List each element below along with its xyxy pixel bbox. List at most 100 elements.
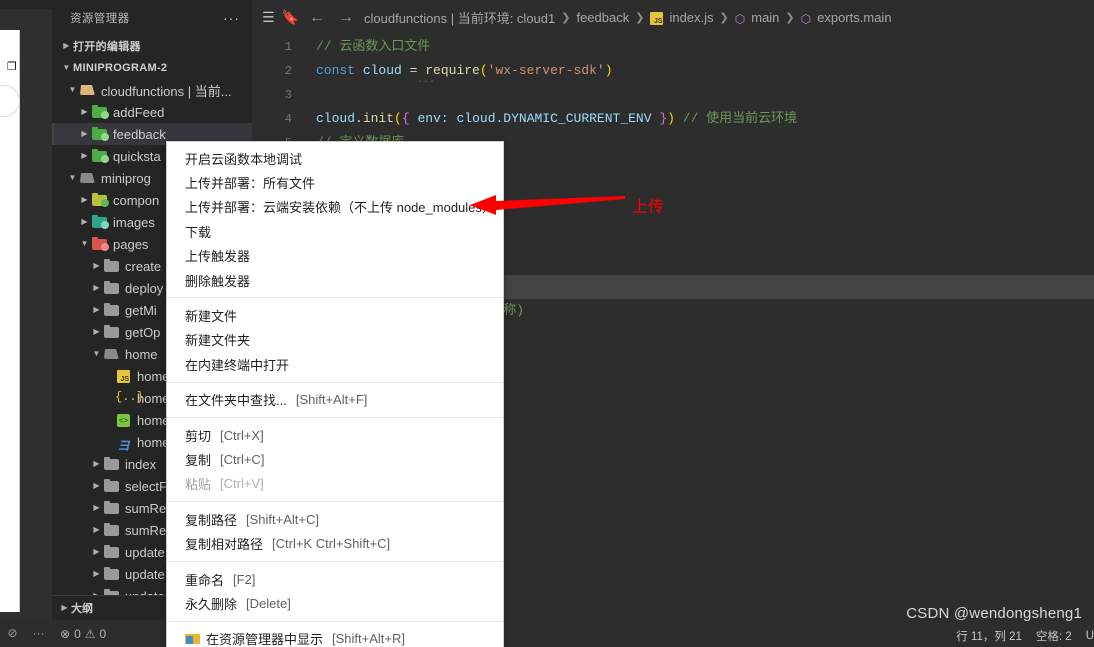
context-menu-item[interactable]: 永久删除 [Delete] [167, 591, 503, 615]
navigate-forward-icon[interactable]: → [335, 9, 357, 27]
menu-item-shortcut: [Shift+Alt+C] [246, 511, 319, 527]
context-menu-item[interactable]: 上传并部署：云端安装依赖（不上传 node_modules） [167, 195, 503, 219]
tree-item-label: getOp [125, 324, 161, 340]
context-menu-item[interactable]: 上传触发器 [167, 244, 503, 268]
list-icon[interactable]: ☰ [262, 9, 275, 26]
chevron-right-icon: ▶ [93, 569, 100, 578]
context-menu-item[interactable]: 复制 [Ctrl+C] [167, 447, 503, 471]
manage-icon[interactable]: ··· [33, 626, 45, 640]
code-token: cloud [362, 63, 402, 78]
breadcrumb-part[interactable]: index.js [669, 10, 713, 25]
folder-grey-icon [103, 324, 120, 339]
context-menu-item[interactable]: 新建文件夹 [167, 328, 503, 352]
tree-item-label: home [125, 346, 158, 362]
tree-item-label: deploy [125, 280, 164, 296]
folder-grey-icon [103, 566, 120, 581]
tree-item[interactable]: ▶ addFeed [52, 101, 252, 123]
folder-grey-icon [103, 280, 120, 295]
account-icon[interactable]: ⊘ [7, 626, 17, 640]
code-token: init [362, 111, 395, 126]
status-spaces[interactable]: 空格: 2 [1036, 628, 1072, 644]
code-line[interactable]: 4 cloud.init({ env: cloud.DYNAMIC_CURRENT… [252, 107, 1094, 131]
code-line[interactable]: 1 // 云函数入口文件 [252, 35, 1094, 59]
breadcrumb: ☰ 🔖 ← → cloudfunctions | 当前环境: cloud1 ❯ fe… [252, 0, 1094, 35]
context-menu-item[interactable]: 下载 [167, 219, 503, 243]
context-menu-item[interactable]: 删除触发器 [167, 268, 503, 292]
code-token: . [355, 111, 363, 126]
code-token: env: [409, 111, 457, 126]
sidebar-item-open-editors[interactable]: ▶ 打开的编辑器 [52, 35, 252, 57]
file-js-icon: JS [115, 369, 132, 383]
breadcrumb-separator-icon: ❯ [561, 12, 571, 24]
menu-item-label: 开启云函数本地调试 [185, 151, 303, 167]
line-number: 4 [284, 112, 292, 126]
code-line[interactable]: 2 const cloud = require('wx-server-sdk') ·… [252, 59, 1094, 88]
status-line-col[interactable]: 行 11，列 21 [956, 628, 1022, 644]
context-menu-item[interactable]: 剪切 [Ctrl+X] [167, 423, 503, 447]
symbol-method-icon: ⬡ [734, 11, 746, 26]
tree-item-label: quicksta [113, 148, 161, 164]
js-file-icon: JS [650, 12, 664, 25]
panel-circle-decoration [0, 85, 20, 117]
context-menu-item[interactable]: 在资源管理器中显示 [Shift+Alt+R] [167, 627, 503, 647]
sidebar-item-project-root[interactable]: ▼ MINIPROGRAM-2 [52, 57, 252, 79]
status-encoding[interactable]: U [1086, 630, 1094, 642]
breadcrumb-part[interactable]: cloudfunctions | 当前环境: cloud1 [364, 8, 555, 27]
code-token: ) [604, 63, 613, 78]
chevron-right-icon: ▶ [93, 305, 100, 314]
outline-label: 大纲 [71, 602, 93, 615]
context-menu-item[interactable]: 复制相对路径 [Ctrl+K Ctrl+Shift+C] [167, 531, 503, 555]
menu-separator [167, 501, 503, 503]
context-menu-item[interactable]: 新建文件 [167, 303, 503, 327]
folder-grey-icon [103, 456, 120, 471]
bookmark-icon[interactable]: 🔖 [282, 9, 299, 26]
code-token: ) [667, 111, 675, 126]
tree-item-label: update [125, 566, 165, 582]
chevron-down-icon: ▼ [80, 239, 89, 248]
context-menu-item[interactable]: 在文件夹中查找... [Shift+Alt+F] [167, 388, 503, 412]
code-token: { [401, 111, 410, 126]
menu-item-shortcut: [Ctrl+C] [220, 451, 265, 467]
context-menu-item[interactable]: 粘贴 [Ctrl+V] [167, 472, 503, 496]
file-context-menu[interactable]: 开启云函数本地调试 上传并部署：所有文件上传并部署：云端安装依赖（不上传 node… [166, 141, 504, 647]
chevron-right-icon: ▶ [93, 283, 100, 292]
activity-bar-top-filler [0, 0, 52, 9]
chevron-down-icon: ▼ [68, 173, 77, 182]
menu-item-label: 在文件夹中查找... [185, 393, 287, 409]
overlay-white-panel-sliver: ❐ [0, 30, 20, 612]
folder-green-cloud-icon [91, 126, 109, 141]
breadcrumb-part[interactable]: feedback [576, 10, 629, 25]
symbol-method-icon: ⬡ [800, 11, 812, 26]
menu-separator [167, 620, 503, 622]
menu-item-label: 在资源管理器中显示 [206, 632, 324, 647]
code-line[interactable]: 3 [252, 83, 1094, 107]
context-menu-item[interactable]: 上传并部署：所有文件 [167, 170, 503, 194]
file-wxml-icon: <> [117, 414, 130, 427]
navigate-back-icon[interactable]: ← [306, 9, 328, 27]
vscode-window: ❐ ⊘ ··· 资源管理器 ··· ▶ 打开的编辑器 ▼ MINIPROGRAM… [0, 0, 1094, 647]
folder-open-grey-icon [103, 347, 120, 361]
menu-separator [167, 560, 503, 562]
tree-item[interactable]: ▼ cloudfunctions | 当前... [52, 79, 252, 101]
explorer-more-actions-icon[interactable]: ··· [223, 11, 240, 25]
menu-item-label: 上传并部署：所有文件 [185, 176, 316, 192]
context-menu-item[interactable]: 重命名 [F2] [167, 567, 503, 591]
line-number: 1 [284, 40, 292, 54]
menu-item-label: 复制 [185, 452, 212, 468]
menu-item-label: 删除触发器 [185, 273, 251, 289]
code-token: ( [479, 63, 488, 78]
chevron-right-icon: ▶ [93, 503, 100, 512]
chevron-right-icon: ▶ [93, 525, 100, 534]
context-menu-item[interactable]: 开启云函数本地调试 [167, 146, 503, 170]
folder-grey-icon [103, 302, 120, 317]
tree-item-label: miniprog [101, 170, 151, 186]
panel-glyph-icon: ❐ [7, 61, 17, 73]
breadcrumb-part[interactable]: main [751, 10, 779, 25]
tree-item-label: sumRe [125, 500, 167, 516]
chevron-right-icon: ▶ [93, 459, 100, 468]
chevron-right-icon: ▶ [81, 107, 88, 116]
breadcrumb-part[interactable]: exports.main [817, 10, 891, 25]
context-menu-item[interactable]: 复制路径 [Shift+Alt+C] [167, 507, 503, 531]
tree-item-label: addFeed [113, 104, 165, 120]
context-menu-item[interactable]: 在内建终端中打开 [167, 352, 503, 376]
